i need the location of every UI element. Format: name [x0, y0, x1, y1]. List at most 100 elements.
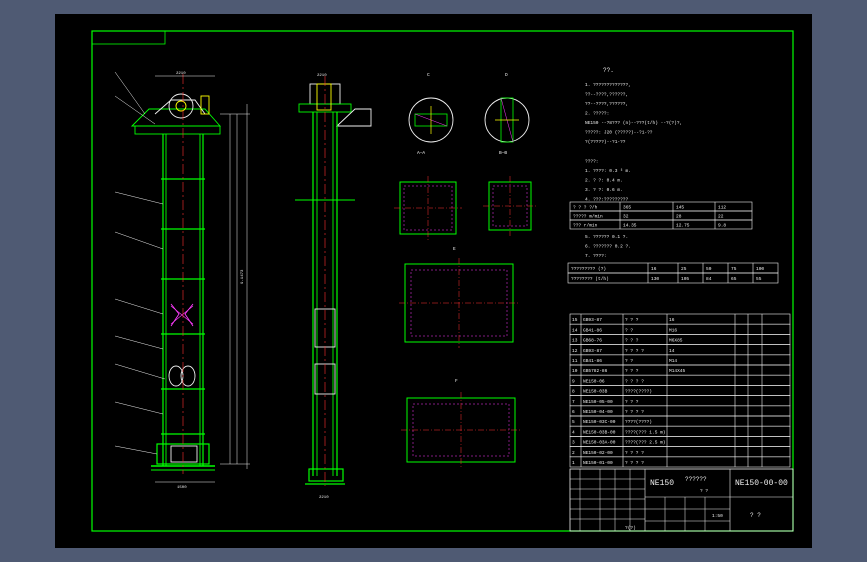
capacity-table: ? ? ? ?/h 365 145 112 ????? m/min 32 28 22 ??? r…	[569, 201, 753, 230]
bom-cell: ????(??? 2.5 m)	[625, 440, 666, 446]
model-text: NE150	[650, 479, 674, 488]
bom-cell: ? ? ?	[625, 368, 639, 374]
bom-cell: NE150-03C-00	[583, 419, 616, 425]
table-cell: ????????? (?)	[571, 266, 606, 272]
table-cell: 22	[718, 214, 724, 220]
notes-line: ??--????,??????,	[585, 101, 628, 107]
bom-cell: ? ? ?	[625, 338, 639, 344]
section-b-b	[483, 176, 537, 236]
notes-line: 6. ??????? 0.2 ?.	[585, 244, 631, 250]
bom-cell: NE150-06	[583, 378, 605, 384]
cad-drawing: 2210 1500 9-1473 2210 2210 C D A—A B—B E…	[91, 30, 794, 532]
table-cell: ??? r/min	[573, 223, 598, 229]
parts-list: 15 GB93-87? ? ? 1614 GB41-86? ? M1613 GB68-76…	[569, 313, 791, 468]
drawing-sub-text: ? ?	[700, 488, 708, 494]
side-top-dimension-text: 2210	[317, 74, 327, 78]
view-f-label: F	[455, 378, 458, 384]
corner-label-box	[91, 30, 166, 45]
bom-cell: NE150-02-00	[583, 450, 613, 456]
notes-line: ??--????,??????,	[585, 92, 628, 98]
head-hood	[130, 108, 221, 127]
bom-cell: ? ?	[625, 327, 633, 333]
table-cell: 365	[623, 205, 631, 211]
bom-cell: ? ? ?	[625, 317, 639, 323]
flange-bottom-view	[401, 392, 521, 468]
bom-cell: NE150-03A-00	[583, 440, 616, 446]
notes-line: 4. ???:?????????	[585, 197, 629, 203]
bom-cell: 1	[572, 460, 575, 466]
bom-cell: ? ? ?	[625, 399, 639, 405]
bom-cell: ? ? ? ?	[625, 460, 644, 466]
bom-row	[569, 354, 791, 366]
bom-cell: 10	[572, 368, 578, 374]
table-cell: 145	[676, 205, 684, 211]
bom-cell: GB41-86	[583, 358, 602, 364]
table-cell: 100	[756, 266, 764, 272]
technical-notes: ??. 1. ?????????????, ??--????,??????, ??…	[585, 67, 682, 259]
table-cell: 50	[706, 266, 712, 272]
bom-cell: 13	[572, 338, 578, 344]
notes-line: ?????: J20 (?????)--?1-??	[585, 130, 653, 136]
notes-line: 5. ?????? 0.1 ?.	[585, 234, 628, 240]
bom-cell: 7	[572, 399, 575, 405]
bom-cell: 3	[572, 440, 575, 446]
sheet-text: ? ?	[750, 512, 761, 519]
table-cell: 12.75	[676, 223, 690, 229]
drawing-number-text: NE150-00-00	[735, 479, 788, 488]
table-cell: 55	[756, 276, 762, 282]
bom-cell: 2	[572, 450, 575, 456]
table-cell: 105	[681, 276, 689, 282]
scale-text: 1:50	[712, 513, 723, 519]
bottom-dimension-text: 1500	[177, 486, 187, 490]
table-cell: 112	[718, 205, 726, 211]
bom-cell: NE150-03B	[583, 389, 608, 395]
detail-circle-2	[484, 97, 530, 143]
notes-line: 7. ????:	[585, 253, 607, 259]
section-b-label: B—B	[499, 150, 507, 156]
detail-circle-1	[408, 97, 454, 143]
bom-cell: 11	[572, 358, 578, 364]
bom-cell: GB41-86	[583, 327, 602, 333]
bom-row	[569, 323, 791, 335]
table-cell: ????? m/min	[573, 214, 603, 220]
table-cell: 14.35	[623, 223, 637, 229]
table-cell: ? ? ? ?/h	[573, 205, 598, 211]
section-a-label: A—A	[417, 150, 425, 156]
drawing-sheet: 2210 1500 9-1473 2210 2210 C D A—A B—B E…	[55, 14, 812, 548]
table-cell: 16	[651, 266, 657, 272]
notes-line: ?(?????)--?1-??	[585, 139, 626, 145]
table-cell: 9.8	[718, 223, 726, 229]
bom-cell: GB68-76	[583, 338, 602, 344]
table-cell: ???????? (t/h)	[571, 276, 609, 282]
bom-cell: NE150-01-00	[583, 460, 613, 466]
bom-cell: 6	[572, 409, 575, 415]
bom-cell: 5	[572, 419, 575, 425]
bom-cell: M16	[669, 327, 677, 333]
bom-cell: ? ?	[625, 358, 633, 364]
bom-cell: 9	[572, 378, 575, 384]
bom-cell: NE150-03B-00	[583, 429, 616, 435]
sign-text: ?(?)	[625, 525, 636, 531]
table-cell: 75	[731, 266, 737, 272]
side-bottom-dimension-text: 2210	[319, 496, 329, 500]
height-capacity-table: ????????? (?) 16 25 50 75 100 ???????? (t/h) 13…	[567, 262, 779, 284]
bom-cell: 16	[669, 317, 675, 323]
notes-line: 3. ? ?: 0.6 m.	[585, 187, 623, 193]
bom-cell: 4	[572, 429, 575, 435]
flange-top-view	[399, 258, 519, 348]
bom-cell: ? ? ? ?	[625, 450, 644, 456]
bom-cell: M14X45	[669, 368, 686, 374]
table-cell: 65	[731, 276, 737, 282]
view-e-label: E	[453, 246, 456, 252]
notes-line: 2. ? ?: 0.4 m.	[585, 178, 623, 184]
detail-c-label: C	[427, 72, 430, 78]
drawing-name-text: ??????	[685, 476, 707, 483]
notes-line: 1. ?????????????,	[585, 82, 631, 88]
bom-cell: NE150-04-00	[583, 409, 613, 415]
bom-cell: ? ? ? ?	[625, 378, 644, 384]
section-a-a	[394, 176, 462, 240]
table-cell: 32	[623, 214, 629, 220]
bom-cell: NE150-05-00	[583, 399, 613, 405]
notes-line: 1. ????: 0.3 ³ m.	[585, 168, 631, 174]
bom-cell: ????(????)	[625, 419, 652, 425]
